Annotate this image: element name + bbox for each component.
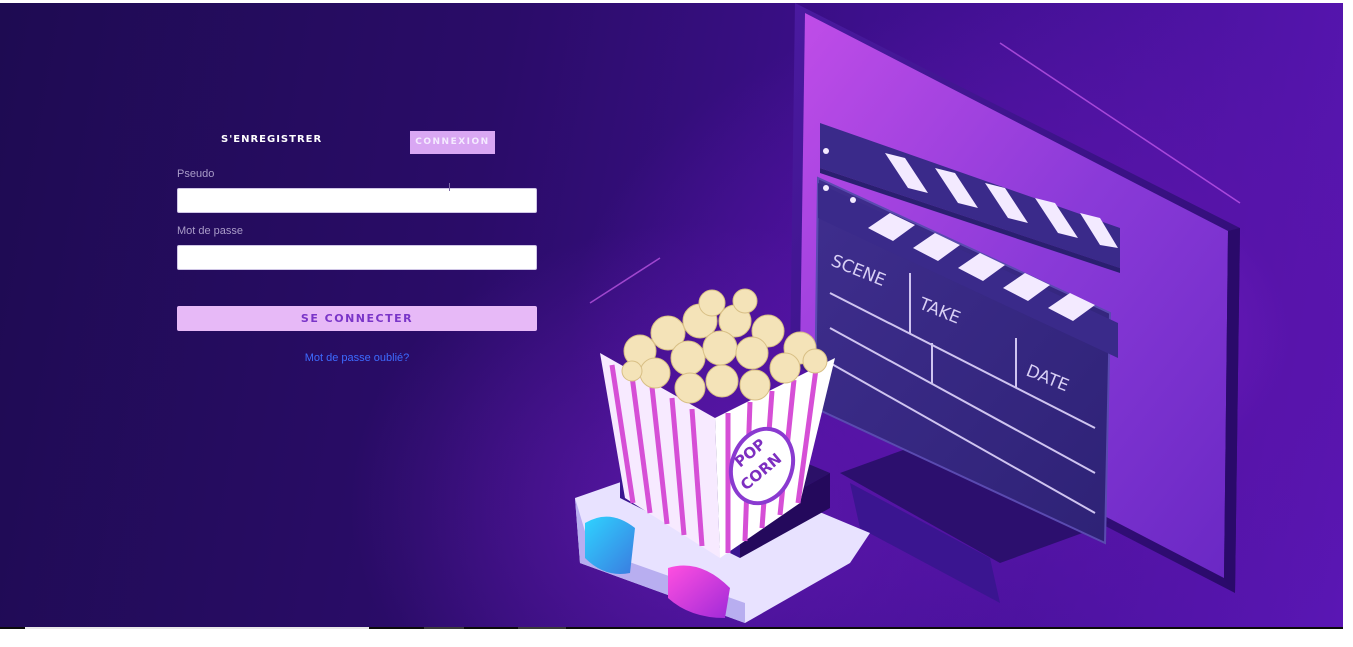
login-submit-button[interactable]: SE CONNECTER — [177, 306, 537, 331]
username-label: Pseudo — [177, 168, 215, 180]
tab-register[interactable]: S'ENREGISTRER — [221, 134, 322, 145]
tab-login[interactable]: CONNEXION — [410, 131, 495, 154]
username-input[interactable] — [177, 188, 537, 213]
bottom-taskbar-strip — [0, 627, 1343, 629]
auth-tabs: S'ENREGISTRER CONNEXION — [177, 129, 537, 155]
taskbar-segment — [424, 627, 464, 629]
forgot-password-link[interactable]: Mot de passe oublié? — [177, 352, 537, 364]
taskbar-segment — [518, 627, 566, 629]
text-cursor — [449, 183, 450, 191]
taskbar-segment — [25, 627, 369, 629]
password-label: Mot de passe — [177, 225, 244, 237]
login-page-background: SCENE TAKE DATE POP CORN S'ENREGISTRER C… — [0, 3, 1343, 627]
password-input[interactable] — [177, 245, 537, 270]
